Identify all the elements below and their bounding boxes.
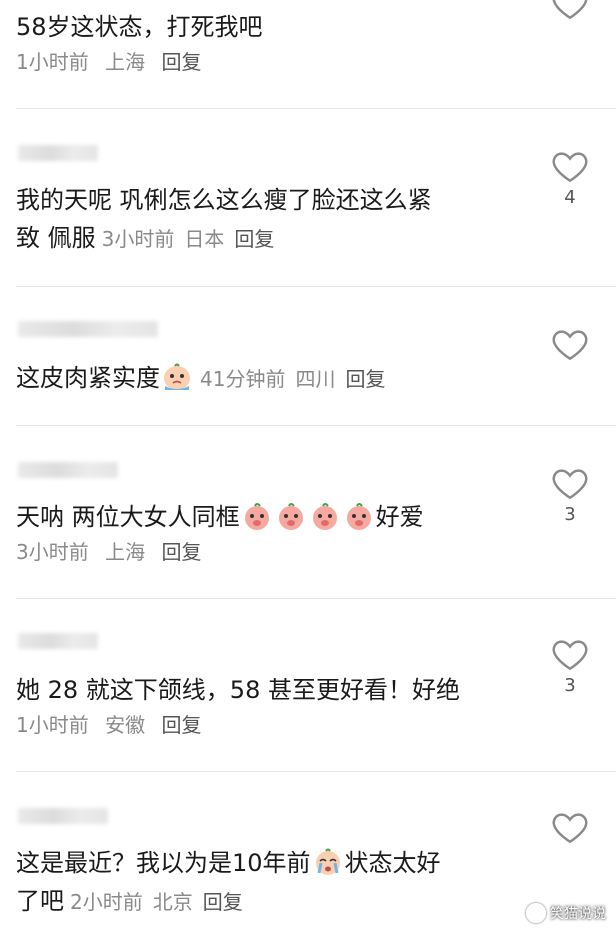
watermark-logo-icon bbox=[526, 903, 546, 923]
watermark-text: 笑猫说说 bbox=[550, 906, 606, 922]
comment-meta: 3小时前 日本 回复 bbox=[102, 227, 285, 251]
comment-location: 安徽 bbox=[105, 713, 146, 737]
comment-meta: 3小时前 上海 回复 bbox=[16, 538, 211, 566]
reply-button[interactable]: 回复 bbox=[345, 367, 385, 391]
like-button[interactable] bbox=[550, 327, 590, 361]
comment-text: 58岁这状态，打死我吧 bbox=[16, 13, 263, 41]
reply-button[interactable]: 回复 bbox=[203, 890, 243, 914]
comment-location: 上海 bbox=[105, 540, 146, 564]
like-button[interactable]: 4 bbox=[550, 149, 590, 209]
blurred-username bbox=[18, 145, 98, 161]
comment-item: 她 28 就这下颌线，58 甚至更好看！好绝 1小时前 安徽 回复 3 bbox=[0, 599, 616, 771]
peach-face-emoji bbox=[344, 501, 374, 531]
reply-button[interactable]: 回复 bbox=[161, 50, 201, 74]
like-button[interactable]: 3 bbox=[550, 466, 590, 526]
like-count: 3 bbox=[564, 675, 576, 696]
comment-time: 2小时前 bbox=[70, 890, 143, 914]
heart-outline-icon bbox=[552, 152, 588, 183]
blurred-username bbox=[18, 321, 158, 337]
reply-button[interactable]: 回复 bbox=[234, 227, 274, 251]
reply-button[interactable]: 回复 bbox=[161, 540, 201, 564]
comment-location: 四川 bbox=[295, 367, 336, 391]
reply-button[interactable]: 回复 bbox=[161, 713, 201, 737]
comment-time: 3小时前 bbox=[16, 540, 89, 564]
like-count: 3 bbox=[564, 504, 576, 525]
comment-item: 58岁这状态，打死我吧 1小时前 上海 回复 bbox=[0, 0, 616, 108]
comment-text: 她 28 就这下颌线，58 甚至更好看！好绝 bbox=[16, 676, 460, 704]
comment-time: 1小时前 bbox=[16, 50, 89, 74]
comment-item: 我的天呢 巩俐怎么这么瘦了脸还这么紧 致 佩服 3小时前 日本 回复 4 bbox=[0, 109, 616, 286]
like-button[interactable] bbox=[550, 810, 590, 844]
heart-outline-icon bbox=[552, 330, 588, 361]
crying-face-emoji bbox=[162, 362, 192, 392]
comment-meta: 1小时前 安徽 回复 bbox=[16, 711, 211, 739]
crying-face-emoji bbox=[313, 847, 343, 877]
comment-item: 这是最近？我以为是10年前 状态太好 了吧 2小时前 北京 回复 bbox=[0, 772, 616, 935]
like-button[interactable]: 3 bbox=[550, 637, 590, 697]
comment-meta: 2小时前 北京 回复 bbox=[70, 890, 253, 914]
blurred-username bbox=[18, 462, 118, 478]
comment-item: 这皮肉紧实度 41分钟前 四川 回复 bbox=[0, 287, 616, 425]
comment-time: 3小时前 bbox=[101, 227, 175, 251]
comment-location: 北京 bbox=[152, 890, 193, 914]
watermark: 笑猫说说 bbox=[526, 903, 606, 923]
comment-location: 上海 bbox=[105, 50, 146, 74]
comment-time: 1小时前 bbox=[16, 713, 89, 737]
comment-text: 这是最近？我以为是10年前 状态太好 了吧 2小时前 北京 回复 bbox=[16, 847, 441, 915]
peach-face-emoji bbox=[310, 501, 340, 531]
heart-outline-icon bbox=[552, 640, 588, 671]
heart-outline-icon bbox=[552, 469, 588, 500]
comment-meta: 41分钟前 四川 回复 bbox=[200, 367, 395, 391]
heart-outline-icon bbox=[552, 813, 588, 844]
comment-item: 天呐 两位大女人同框 好爱 3小时前 上海 回复 3 bbox=[0, 426, 616, 598]
heart-outline-icon bbox=[552, 0, 588, 20]
blurred-username bbox=[18, 808, 108, 824]
like-count: 4 bbox=[564, 187, 576, 208]
like-button[interactable] bbox=[550, 0, 590, 20]
comment-time: 41分钟前 bbox=[200, 367, 286, 391]
blurred-username bbox=[18, 633, 98, 649]
comment-text: 这皮肉紧实度 41分钟前 四川 回复 bbox=[16, 359, 526, 398]
peach-face-emoji bbox=[276, 501, 306, 531]
comment-text: 我的天呢 巩俐怎么这么瘦了脸还这么紧 致 佩服 3小时前 日本 回复 bbox=[16, 186, 432, 252]
comment-meta: 1小时前 上海 回复 bbox=[16, 48, 211, 76]
comment-location: 日本 bbox=[184, 227, 225, 251]
peach-face-emoji bbox=[242, 501, 272, 531]
comment-text: 天呐 两位大女人同框 好爱 bbox=[16, 501, 424, 531]
